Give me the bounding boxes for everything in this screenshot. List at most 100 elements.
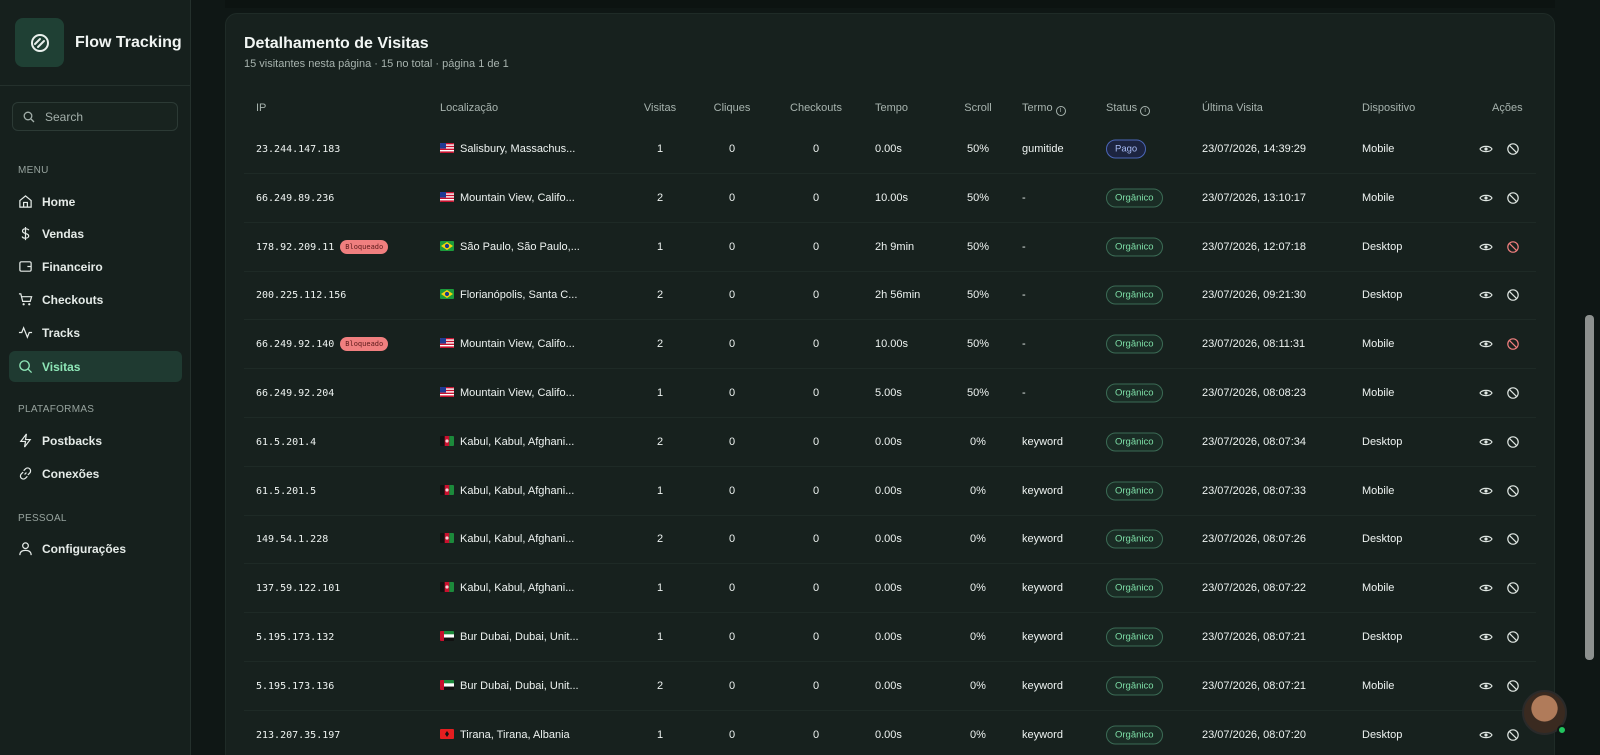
device-cell: Mobile: [1362, 679, 1395, 692]
table-row[interactable]: 66.249.92.204 Mountain View, Califo... 1 0 0…: [244, 369, 1536, 418]
ip-address: 23.244.147.183: [256, 144, 341, 155]
header-location[interactable]: Localização: [440, 102, 498, 114]
sidebar-item-home[interactable]: Home: [9, 186, 182, 217]
view-icon[interactable]: [1479, 679, 1493, 693]
search-input[interactable]: Search: [12, 102, 178, 131]
activity-icon: [18, 326, 33, 339]
flag-af-icon: [440, 533, 454, 544]
view-icon[interactable]: [1479, 630, 1493, 644]
status-badge: Orgânico: [1106, 676, 1163, 696]
block-icon[interactable]: [1506, 191, 1520, 205]
time-cell: 5.00s: [875, 387, 902, 399]
table-row[interactable]: 149.54.1.228 Kabul, Kabul, Afghani... 2 0 0 0…: [244, 515, 1536, 565]
view-icon[interactable]: [1479, 386, 1493, 400]
view-icon[interactable]: [1479, 532, 1493, 546]
ip-cell: 137.59.122.101: [256, 582, 340, 594]
sidebar: Flow Tracking Search MENU PLATAFORMAS PE…: [0, 0, 191, 755]
table-row[interactable]: 61.5.201.4 Kabul, Kabul, Afghani... 2 0 0 0.0…: [244, 418, 1536, 467]
view-icon[interactable]: [1479, 337, 1493, 351]
sidebar-item-configuracoes[interactable]: Configurações: [9, 533, 182, 564]
header-term[interactable]: Termo i: [1022, 102, 1066, 116]
view-icon[interactable]: [1479, 288, 1493, 302]
page-subtitle: 15 visitantes nesta página · 15 no total…: [244, 58, 509, 70]
sidebar-item-vendas[interactable]: Vendas: [9, 218, 182, 249]
status-badge: Pago: [1106, 139, 1147, 159]
search-icon: [19, 360, 33, 374]
clicks-cell: 0: [728, 582, 736, 595]
zap-icon: [19, 433, 32, 448]
status-badge: Orgânico: [1106, 578, 1163, 598]
blocked-badge: Bloqueado: [340, 337, 389, 352]
header-time[interactable]: Tempo: [875, 102, 908, 114]
block-icon[interactable]: [1506, 484, 1520, 498]
device-cell: Desktop: [1362, 728, 1403, 741]
brand[interactable]: Flow Tracking: [0, 0, 190, 86]
sidebar-item-conexoes[interactable]: Conexões: [9, 458, 182, 489]
status-cell: Orgânico: [1106, 285, 1163, 305]
view-icon[interactable]: [1479, 581, 1493, 595]
ip-cell: 200.225.112.156: [256, 289, 346, 301]
table-row[interactable]: 23.244.147.183 Salisbury, Massachus... 1 0 0…: [244, 125, 1536, 174]
table-row[interactable]: 5.195.173.132 Bur Dubai, Dubai, Unit... 1 0…: [244, 613, 1536, 662]
header-checkouts[interactable]: Checkouts: [790, 102, 842, 114]
header-scroll[interactable]: Scroll: [964, 102, 992, 114]
header-clicks[interactable]: Cliques: [714, 102, 751, 114]
device-cell: Mobile: [1362, 387, 1395, 399]
header-last-visit[interactable]: Última Visita: [1202, 102, 1263, 114]
view-icon[interactable]: [1479, 728, 1493, 742]
ip-address: 61.5.201.4: [256, 436, 317, 448]
scrollbar[interactable]: [1585, 315, 1594, 660]
block-icon[interactable]: [1506, 679, 1520, 693]
info-icon[interactable]: i: [1055, 106, 1066, 116]
checkouts-cell: 0: [812, 191, 820, 204]
visits-cell: 1: [656, 240, 664, 253]
sidebar-item-tracks[interactable]: Tracks: [9, 317, 182, 348]
ip-address: 137.59.122.101: [256, 583, 341, 595]
time-cell: 0.00s: [875, 143, 902, 155]
view-icon[interactable]: [1479, 240, 1493, 254]
header-ip[interactable]: IP: [256, 102, 266, 114]
block-icon[interactable]: [1506, 435, 1520, 449]
clicks-cell: 0: [728, 728, 736, 741]
term-cell: keyword: [1022, 484, 1063, 497]
time-cell: 0.00s: [875, 533, 902, 546]
block-icon[interactable]: [1506, 337, 1520, 351]
table-row[interactable]: 66.249.92.140 Bloqueado Mountain View, Cal…: [244, 320, 1536, 370]
term-cell: -: [1022, 289, 1026, 302]
table-row[interactable]: 213.207.35.197 Tirana, Tirana, Albania 1 0 0…: [244, 711, 1536, 755]
block-icon[interactable]: [1506, 288, 1520, 302]
block-icon[interactable]: [1506, 240, 1520, 254]
header-status[interactable]: Status i: [1106, 102, 1151, 116]
table-row[interactable]: 137.59.122.101 Kabul, Kabul, Afghani... 1 0…: [244, 564, 1536, 614]
table-row[interactable]: 178.92.209.11 Bloqueado São Paulo, São Pau…: [244, 223, 1536, 272]
sidebar-item-checkouts[interactable]: Checkouts: [9, 284, 182, 315]
header-device[interactable]: Dispositivo: [1362, 102, 1415, 114]
table-row[interactable]: 5.195.173.136 Bur Dubai, Dubai, Unit... 2 0…: [244, 662, 1536, 711]
block-icon[interactable]: [1506, 386, 1520, 400]
block-icon[interactable]: [1506, 581, 1520, 595]
flag-ae-icon: [440, 631, 454, 641]
view-icon[interactable]: [1479, 142, 1493, 156]
sidebar-item-visitas[interactable]: Visitas: [9, 351, 182, 382]
view-icon[interactable]: [1479, 191, 1493, 205]
block-icon[interactable]: [1506, 630, 1520, 644]
block-icon[interactable]: [1506, 532, 1520, 546]
view-icon[interactable]: [1479, 435, 1493, 449]
table-row[interactable]: 66.249.89.236 Mountain View, Califo... 2 0 0…: [244, 174, 1536, 223]
ip-address: 61.5.201.5: [256, 485, 317, 497]
block-icon[interactable]: [1506, 142, 1520, 156]
top-strip: [225, 0, 1555, 8]
user-icon: [19, 542, 32, 556]
table-row[interactable]: 200.225.112.156 Florianópolis, Santa C...…: [244, 271, 1536, 321]
sidebar-item-financeiro[interactable]: Financeiro: [9, 251, 182, 282]
device-cell: Mobile: [1362, 191, 1395, 204]
header-visits[interactable]: Visitas: [644, 102, 676, 114]
cart-icon: [18, 293, 33, 306]
checkouts-cell: 0: [812, 143, 820, 155]
view-icon[interactable]: [1479, 484, 1493, 498]
block-icon[interactable]: [1506, 728, 1520, 742]
time-cell: 0.00s: [875, 484, 902, 497]
table-row[interactable]: 61.5.201.5 Kabul, Kabul, Afghani... 1 0 0 0.0…: [244, 467, 1536, 516]
info-icon[interactable]: i: [1140, 106, 1151, 116]
sidebar-item-postbacks[interactable]: Postbacks: [9, 425, 182, 456]
